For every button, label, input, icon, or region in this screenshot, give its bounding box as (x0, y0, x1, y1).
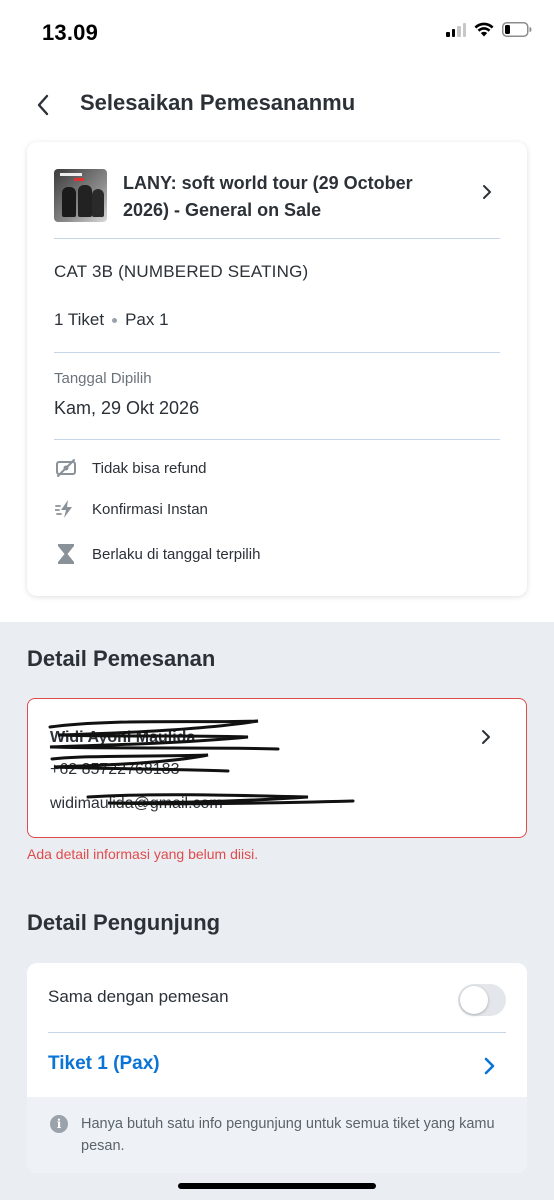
wifi-icon (474, 22, 494, 37)
event-summary-card: LANY: soft world tour (29 October 2026) … (27, 142, 527, 596)
same-as-booker-toggle[interactable] (458, 984, 506, 1016)
status-time: 13.09 (42, 20, 99, 45)
back-button[interactable] (26, 88, 60, 122)
booker-error-message: Ada detail informasi yang belum diisi. (27, 846, 259, 862)
feature-valid-selected-date: Berlaku di tanggal terpilih (54, 542, 260, 566)
no-refund-icon (54, 456, 78, 480)
ticket-category: CAT 3B (NUMBERED SEATING) (54, 262, 309, 281)
cellular-signal-icon (446, 22, 466, 37)
feature-instant-confirmation: Konfirmasi Instan (54, 497, 208, 521)
pax-count: Pax 1 (125, 310, 169, 329)
instant-confirm-icon (54, 497, 78, 521)
toggle-knob (460, 986, 488, 1014)
booker-details-heading: Detail Pemesanan (27, 646, 216, 671)
booker-email: widimaulida@gmail.com (50, 795, 223, 812)
battery-icon (502, 22, 532, 37)
chevron-right-icon (484, 1057, 494, 1075)
booker-details-chevron[interactable] (476, 727, 496, 747)
info-icon: i (50, 1115, 68, 1133)
separator-dot (112, 317, 118, 323)
chevron-right-icon (483, 185, 491, 199)
feature-label: Konfirmasi Instan (92, 500, 208, 518)
divider (54, 352, 500, 353)
event-details-chevron[interactable] (477, 182, 497, 202)
header: Selesaikan Pemesananmu (0, 82, 554, 128)
back-arrow-icon (37, 94, 49, 116)
feature-no-refund: Tidak bisa refund (54, 456, 207, 480)
hourglass-icon (54, 542, 78, 566)
feature-label: Berlaku di tanggal terpilih (92, 545, 261, 563)
ticket-1-chevron[interactable] (479, 1055, 499, 1077)
event-title[interactable]: LANY: soft world tour (29 October 2026) … (123, 170, 463, 224)
booker-details-card[interactable]: Widi Ayoni Maulida +62 85722768183 widim… (27, 698, 527, 838)
page-title: Selesaikan Pemesananmu (80, 90, 356, 115)
booker-phone: +62 85722768183 (50, 761, 180, 778)
same-as-booker-label: Sama dengan pemesan (48, 987, 229, 1006)
visitor-info-text: Hanya butuh satu info pengunjung untuk s… (81, 1116, 495, 1154)
ticket-quantity-row: 1 Tiket Pax 1 (54, 310, 169, 330)
divider (54, 238, 500, 239)
selected-date-value: Kam, 29 Okt 2026 (54, 398, 200, 418)
visitor-info-note: i Hanya butuh satu info pengunjung untuk… (27, 1097, 527, 1173)
status-icons (446, 22, 532, 37)
booker-name: Widi Ayoni Maulida (50, 729, 196, 746)
selected-date-label: Tanggal Dipilih (54, 370, 152, 387)
visitor-details-heading: Detail Pengunjung (27, 910, 221, 935)
divider (48, 1032, 506, 1033)
home-indicator (178, 1183, 376, 1189)
chevron-right-icon (482, 730, 490, 744)
visitor-details-card: Sama dengan pemesan Tiket 1 (Pax) i Hany… (27, 963, 527, 1173)
divider (54, 439, 500, 440)
event-thumbnail (54, 169, 107, 222)
ticket-1-pax-link[interactable]: Tiket 1 (Pax) (48, 1053, 160, 1075)
feature-label: Tidak bisa refund (92, 459, 207, 477)
status-bar: 13.09 (0, 0, 554, 64)
ticket-count: 1 Tiket (54, 310, 105, 329)
